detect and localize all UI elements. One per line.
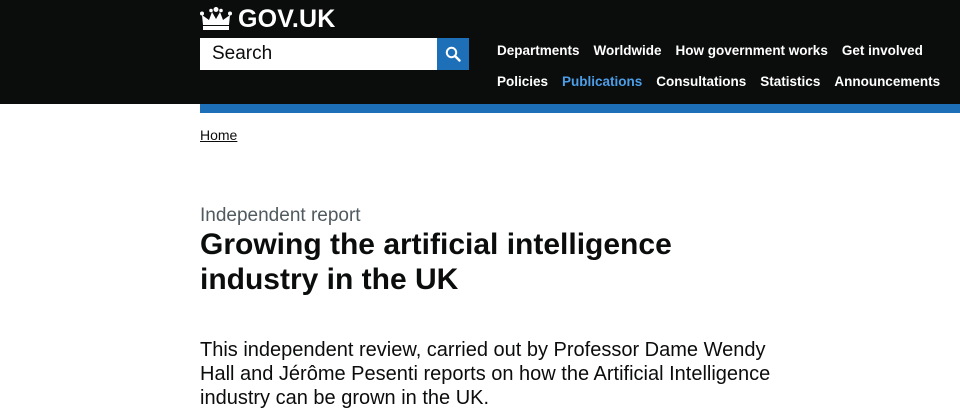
govuk-logo-link[interactable]: GOV.UK <box>200 4 336 34</box>
crown-icon <box>200 7 232 30</box>
site-header: GOV.UK Departments Worldwide How governm… <box>0 0 960 104</box>
page-summary: This independent review, carried out by … <box>200 339 771 409</box>
nav-link-worldwide[interactable]: Worldwide <box>594 43 662 58</box>
search-button[interactable] <box>437 38 469 70</box>
nav-link-consultations[interactable]: Consultations <box>656 74 746 89</box>
search-icon <box>445 46 461 62</box>
nav-link-publications[interactable]: Publications <box>562 74 642 89</box>
nav-link-how-government-works[interactable]: How government works <box>676 43 828 58</box>
primary-nav-row-1: Departments Worldwide How government wor… <box>497 43 923 58</box>
nav-link-statistics[interactable]: Statistics <box>760 74 820 89</box>
document-type: Independent report <box>200 205 361 226</box>
nav-link-get-involved[interactable]: Get involved <box>842 43 923 58</box>
search-form <box>200 38 469 70</box>
nav-link-departments[interactable]: Departments <box>497 43 580 58</box>
page-title: Growing the artificial intelligence indu… <box>200 228 672 296</box>
header-accent-bar <box>200 104 960 113</box>
logo-text: GOV.UK <box>238 4 336 33</box>
nav-link-policies[interactable]: Policies <box>497 74 548 89</box>
primary-nav-row-2: Policies Publications Consultations Stat… <box>497 74 940 89</box>
breadcrumb-home[interactable]: Home <box>200 127 237 143</box>
search-input[interactable] <box>200 38 437 70</box>
nav-link-announcements[interactable]: Announcements <box>834 74 940 89</box>
